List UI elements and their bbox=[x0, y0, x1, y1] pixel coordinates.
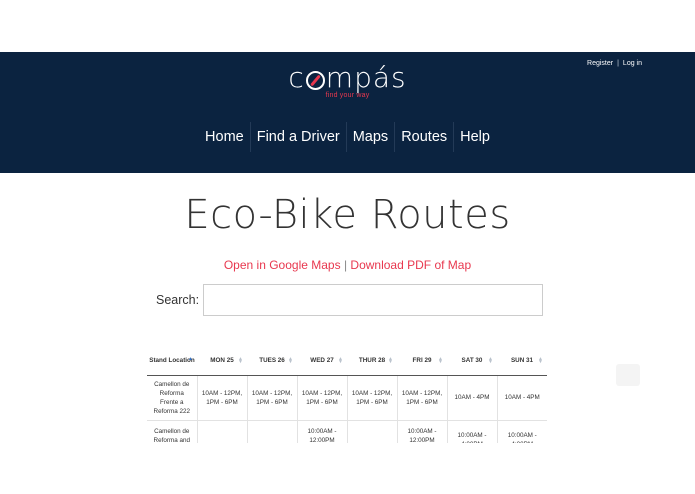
sort-icon: ▲ ▼ bbox=[538, 356, 543, 365]
search-bar: Search: bbox=[156, 284, 544, 316]
logo-tagline: find your way bbox=[325, 92, 370, 99]
nav-find-a-driver[interactable]: Find a Driver bbox=[249, 122, 346, 152]
column-header-label: MON 25 bbox=[210, 357, 234, 365]
table-cell-location: Camellon de Reforma Frente a Reforma 222 bbox=[147, 375, 197, 421]
column-header-thur[interactable]: THUR 28 ▲ ▼ bbox=[347, 347, 397, 376]
nav-maps[interactable]: Maps bbox=[345, 122, 394, 152]
sort-icon: ▲ ▼ bbox=[238, 356, 243, 365]
table-cell: 10AM - 12PM, 1PM - 6PM bbox=[246, 375, 297, 421]
table-cell: 10AM - 4PM bbox=[446, 375, 497, 421]
sort-asc-icon: ▲ bbox=[188, 356, 193, 362]
logo-wordmark: c mpás bbox=[288, 62, 406, 94]
column-header-label: WED 27 bbox=[310, 357, 334, 365]
column-header-wed[interactable]: WED 27 ▲ ▼ bbox=[297, 347, 347, 376]
compass-icon bbox=[305, 70, 325, 90]
column-header-label: SAT 30 bbox=[461, 357, 483, 365]
table-cell: 10AM - 12PM, 1PM - 6PM bbox=[346, 375, 397, 421]
map-links: Open in Google Maps | Download PDF of Ma… bbox=[0, 258, 695, 272]
site-logo[interactable]: c mpás find your way bbox=[0, 62, 695, 100]
site-header: Register | Log in c mpás find your way H… bbox=[0, 52, 695, 173]
download-pdf-link[interactable]: Download PDF of Map bbox=[350, 258, 471, 272]
column-header-label: THUR 28 bbox=[358, 357, 386, 365]
column-header-label: SUN 31 bbox=[510, 357, 534, 365]
column-header-mon[interactable]: MON 25 ▲ ▼ bbox=[197, 347, 247, 376]
sort-icon: ▲ ▼ bbox=[288, 356, 293, 365]
nav-home[interactable]: Home bbox=[199, 122, 250, 152]
column-header-tues[interactable]: TUES 26 ▲ ▼ bbox=[247, 347, 297, 376]
table-cell: 10AM - 12PM, 1PM - 6PM bbox=[296, 375, 347, 421]
main-nav: Home Find a Driver Maps Routes Help bbox=[0, 122, 695, 152]
sort-icon: ▲ ▼ bbox=[338, 356, 343, 365]
sort-icon: ▲ ▼ bbox=[438, 356, 443, 365]
sort-icon: ▲ ▼ bbox=[388, 356, 393, 365]
table-cell: 10AM - 4PM bbox=[496, 375, 547, 421]
table-cell: 10AM - 12PM, 1PM - 6PM bbox=[196, 375, 247, 421]
logo-text-start: c bbox=[288, 61, 305, 94]
search-label: Search: bbox=[156, 293, 200, 307]
table-row: Camellon de Reforma Frente a Reforma 222… bbox=[147, 375, 547, 421]
nav-routes[interactable]: Routes bbox=[394, 122, 453, 152]
logo-text-end: mpás bbox=[325, 61, 407, 94]
column-header-label: FRI 29 bbox=[412, 357, 432, 365]
open-google-maps-link[interactable]: Open in Google Maps bbox=[224, 258, 341, 272]
scroll-to-top-button[interactable] bbox=[616, 364, 640, 386]
page-bottom-area bbox=[0, 443, 695, 494]
sort-icon: ▲ ▼ bbox=[488, 356, 493, 365]
links-separator: | bbox=[343, 258, 348, 272]
column-header-fri[interactable]: FRI 29 ▲ ▼ bbox=[397, 347, 447, 376]
column-header-sun[interactable]: SUN 31 ▲ ▼ bbox=[497, 347, 547, 376]
nav-help[interactable]: Help bbox=[453, 122, 496, 152]
column-header-sat[interactable]: SAT 30 ▲ ▼ bbox=[447, 347, 497, 376]
page-title: Eco-Bike Routes bbox=[184, 192, 511, 238]
table-cell: 10AM - 12PM, 1PM - 6PM bbox=[396, 375, 447, 421]
column-header-stand-location[interactable]: Stand Location ▲ bbox=[147, 347, 197, 376]
table-header-row: Stand Location ▲ MON 25 ▲ ▼ TUES 26 ▲ ▼ WED 2… bbox=[147, 347, 547, 376]
column-header-label: TUES 26 bbox=[259, 357, 285, 365]
search-input[interactable] bbox=[203, 284, 544, 316]
